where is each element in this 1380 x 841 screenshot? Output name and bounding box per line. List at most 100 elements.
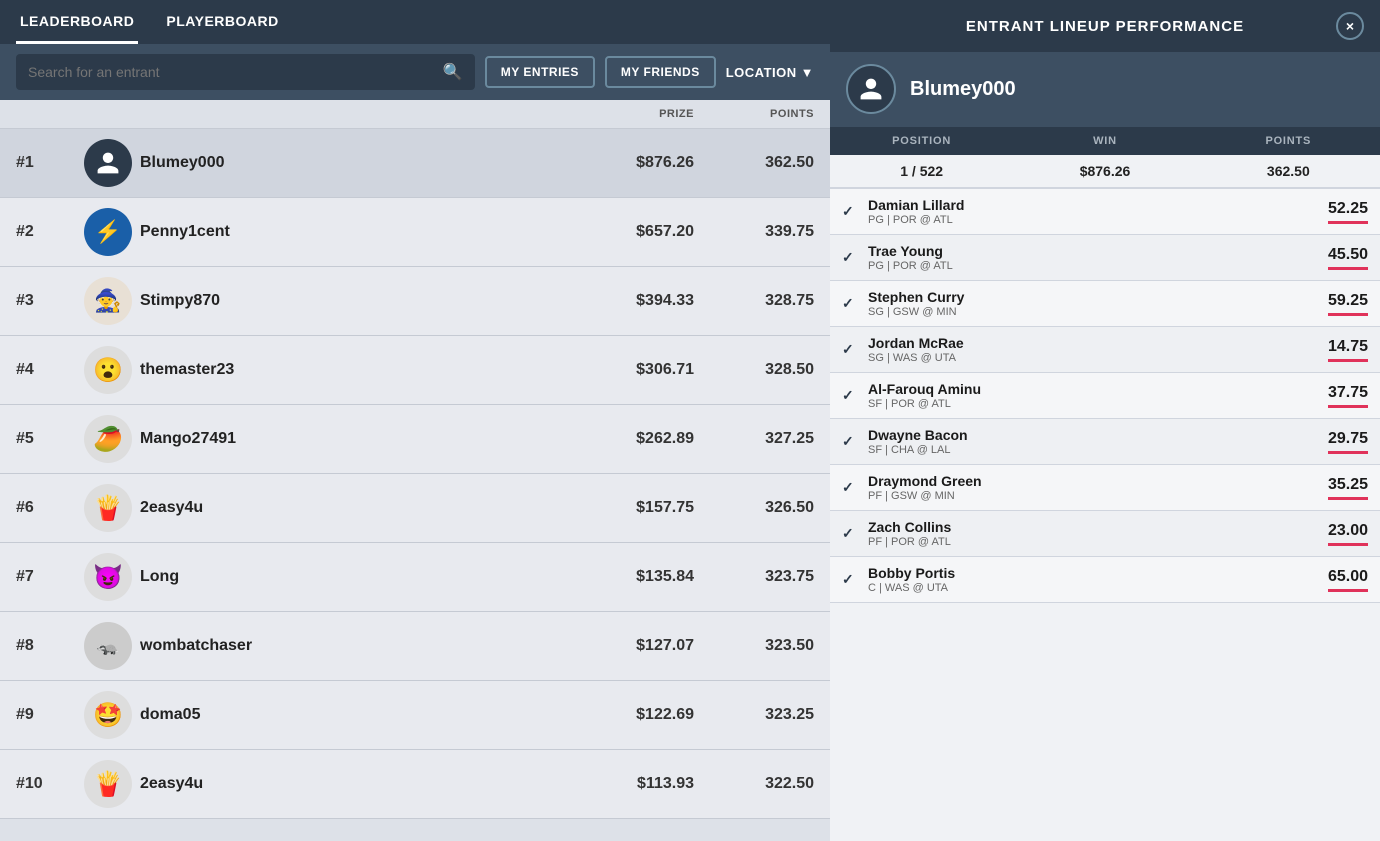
rank-label: #9 bbox=[16, 706, 76, 724]
perf-position-header: POSITION bbox=[830, 127, 1013, 155]
rank-label: #3 bbox=[16, 292, 76, 310]
table-row[interactable]: #3 🧙 Stimpy870 $394.33 328.75 bbox=[0, 267, 830, 336]
score-bar bbox=[1328, 451, 1368, 454]
left-panel: LEADERBOARD PLAYERBOARD 🔍 MY ENTRIES MY … bbox=[0, 0, 830, 841]
my-entries-button[interactable]: MY ENTRIES bbox=[485, 56, 595, 88]
points-value: 328.75 bbox=[694, 292, 814, 310]
rp-title: ENTRANT LINEUP PERFORMANCE bbox=[874, 18, 1336, 35]
list-item[interactable]: ✓ Jordan McRae SG | WAS @ UTA 14.75 bbox=[830, 327, 1380, 373]
table-row[interactable]: #7 😈 Long $135.84 323.75 bbox=[0, 543, 830, 612]
list-item[interactable]: ✓ Zach Collins PF | POR @ ATL 23.00 bbox=[830, 511, 1380, 557]
tab-leaderboard[interactable]: LEADERBOARD bbox=[16, 1, 138, 44]
points-value: 322.50 bbox=[694, 775, 814, 793]
rank-label: #2 bbox=[16, 223, 76, 241]
list-item[interactable]: ✓ Trae Young PG | POR @ ATL 45.50 bbox=[830, 235, 1380, 281]
avatar-cell: 🤩 bbox=[76, 691, 140, 739]
avatar-cell: ⚡ bbox=[76, 208, 140, 256]
leaderboard-list: #1 Blumey000 $876.26 362.50 #2 ⚡ Penny1c… bbox=[0, 129, 830, 841]
search-input[interactable] bbox=[28, 64, 435, 80]
check-icon: ✓ bbox=[842, 525, 860, 542]
avatar: 🤩 bbox=[84, 691, 132, 739]
table-row[interactable]: #9 🤩 doma05 $122.69 323.25 bbox=[0, 681, 830, 750]
check-icon: ✓ bbox=[842, 249, 860, 266]
right-panel: ENTRANT LINEUP PERFORMANCE × Blumey000 P… bbox=[830, 0, 1380, 841]
avatar: 🧙 bbox=[84, 277, 132, 325]
avatar bbox=[84, 139, 132, 187]
rank-label: #8 bbox=[16, 637, 76, 655]
avatar-cell: 🦡 bbox=[76, 622, 140, 670]
column-headers: PRIZE POINTS bbox=[0, 100, 830, 129]
check-icon: ✓ bbox=[842, 571, 860, 588]
avatar-cell: 😮 bbox=[76, 346, 140, 394]
prize-value: $394.33 bbox=[534, 292, 694, 310]
table-row[interactable]: #2 ⚡ Penny1cent $657.20 339.75 bbox=[0, 198, 830, 267]
list-item[interactable]: ✓ Bobby Portis C | WAS @ UTA 65.00 bbox=[830, 557, 1380, 603]
prize-value: $657.20 bbox=[534, 223, 694, 241]
player-row-name: Jordan McRae bbox=[868, 335, 1320, 351]
avatar: 🦡 bbox=[84, 622, 132, 670]
player-info: Bobby Portis C | WAS @ UTA bbox=[868, 565, 1320, 594]
col-rank-header bbox=[16, 108, 76, 120]
player-row-name: Zach Collins bbox=[868, 519, 1320, 535]
player-row-name: Al-Farouq Aminu bbox=[868, 381, 1320, 397]
prize-value: $157.75 bbox=[534, 499, 694, 517]
table-row[interactable]: #4 😮 themaster23 $306.71 328.50 bbox=[0, 336, 830, 405]
close-button[interactable]: × bbox=[1336, 12, 1364, 40]
table-row[interactable]: #1 Blumey000 $876.26 362.50 bbox=[0, 129, 830, 198]
player-row-score: 23.00 bbox=[1328, 522, 1368, 546]
player-info: Draymond Green PF | GSW @ MIN bbox=[868, 473, 1320, 502]
player-avatar bbox=[846, 64, 896, 114]
tab-playerboard[interactable]: PLAYERBOARD bbox=[162, 1, 282, 44]
perf-win-value: $876.26 bbox=[1013, 155, 1196, 187]
search-filter-row: 🔍 MY ENTRIES MY FRIENDS LOCATION ▼ bbox=[0, 44, 830, 100]
list-item[interactable]: ✓ Dwayne Bacon SF | CHA @ LAL 29.75 bbox=[830, 419, 1380, 465]
player-row-pos: PF | GSW @ MIN bbox=[868, 490, 1320, 502]
table-row[interactable]: #8 🦡 wombatchaser $127.07 323.50 bbox=[0, 612, 830, 681]
list-item[interactable]: ✓ Damian Lillard PG | POR @ ATL 52.25 bbox=[830, 189, 1380, 235]
player-row-score: 52.25 bbox=[1328, 200, 1368, 224]
perf-points-value: 362.50 bbox=[1197, 155, 1380, 187]
prize-value: $876.26 bbox=[534, 154, 694, 172]
table-row[interactable]: #6 🍟 2easy4u $157.75 326.50 bbox=[0, 474, 830, 543]
player-name-label: Stimpy870 bbox=[140, 292, 534, 310]
perf-points-header: POINTS bbox=[1197, 127, 1380, 155]
rank-label: #6 bbox=[16, 499, 76, 517]
player-row-score: 14.75 bbox=[1328, 338, 1368, 362]
location-button[interactable]: LOCATION ▼ bbox=[726, 65, 814, 80]
player-name-label: 2easy4u bbox=[140, 775, 534, 793]
rank-label: #5 bbox=[16, 430, 76, 448]
chevron-down-icon: ▼ bbox=[801, 65, 814, 80]
score-bar bbox=[1328, 405, 1368, 408]
rp-header: ENTRANT LINEUP PERFORMANCE × bbox=[830, 0, 1380, 52]
avatar: 🥭 bbox=[84, 415, 132, 463]
points-value: 323.75 bbox=[694, 568, 814, 586]
list-item[interactable]: ✓ Al-Farouq Aminu SF | POR @ ATL 37.75 bbox=[830, 373, 1380, 419]
player-row-pos: SG | GSW @ MIN bbox=[868, 306, 1320, 318]
player-name-label: wombatchaser bbox=[140, 637, 534, 655]
player-row-score: 35.25 bbox=[1328, 476, 1368, 500]
table-row[interactable]: #10 🍟 2easy4u $113.93 322.50 bbox=[0, 750, 830, 819]
table-row[interactable]: #5 🥭 Mango27491 $262.89 327.25 bbox=[0, 405, 830, 474]
prize-value: $135.84 bbox=[534, 568, 694, 586]
score-bar bbox=[1328, 497, 1368, 500]
players-list: ✓ Damian Lillard PG | POR @ ATL 52.25 ✓ … bbox=[830, 189, 1380, 841]
rank-label: #7 bbox=[16, 568, 76, 586]
col-prize-header: PRIZE bbox=[534, 108, 694, 120]
list-item[interactable]: ✓ Draymond Green PF | GSW @ MIN 35.25 bbox=[830, 465, 1380, 511]
player-row-score: 29.75 bbox=[1328, 430, 1368, 454]
rank-label: #1 bbox=[16, 154, 76, 172]
player-row-score: 59.25 bbox=[1328, 292, 1368, 316]
rank-label: #4 bbox=[16, 361, 76, 379]
my-friends-button[interactable]: MY FRIENDS bbox=[605, 56, 716, 88]
prize-value: $127.07 bbox=[534, 637, 694, 655]
avatar: 😮 bbox=[84, 346, 132, 394]
avatar-cell: 🍟 bbox=[76, 484, 140, 532]
player-name-label: Blumey000 bbox=[140, 154, 534, 172]
points-value: 362.50 bbox=[694, 154, 814, 172]
prize-value: $262.89 bbox=[534, 430, 694, 448]
col-name-header bbox=[140, 108, 534, 120]
list-item[interactable]: ✓ Stephen Curry SG | GSW @ MIN 59.25 bbox=[830, 281, 1380, 327]
points-value: 327.25 bbox=[694, 430, 814, 448]
perf-col-headers: POSITION WIN POINTS bbox=[830, 126, 1380, 155]
avatar-cell: 🍟 bbox=[76, 760, 140, 808]
